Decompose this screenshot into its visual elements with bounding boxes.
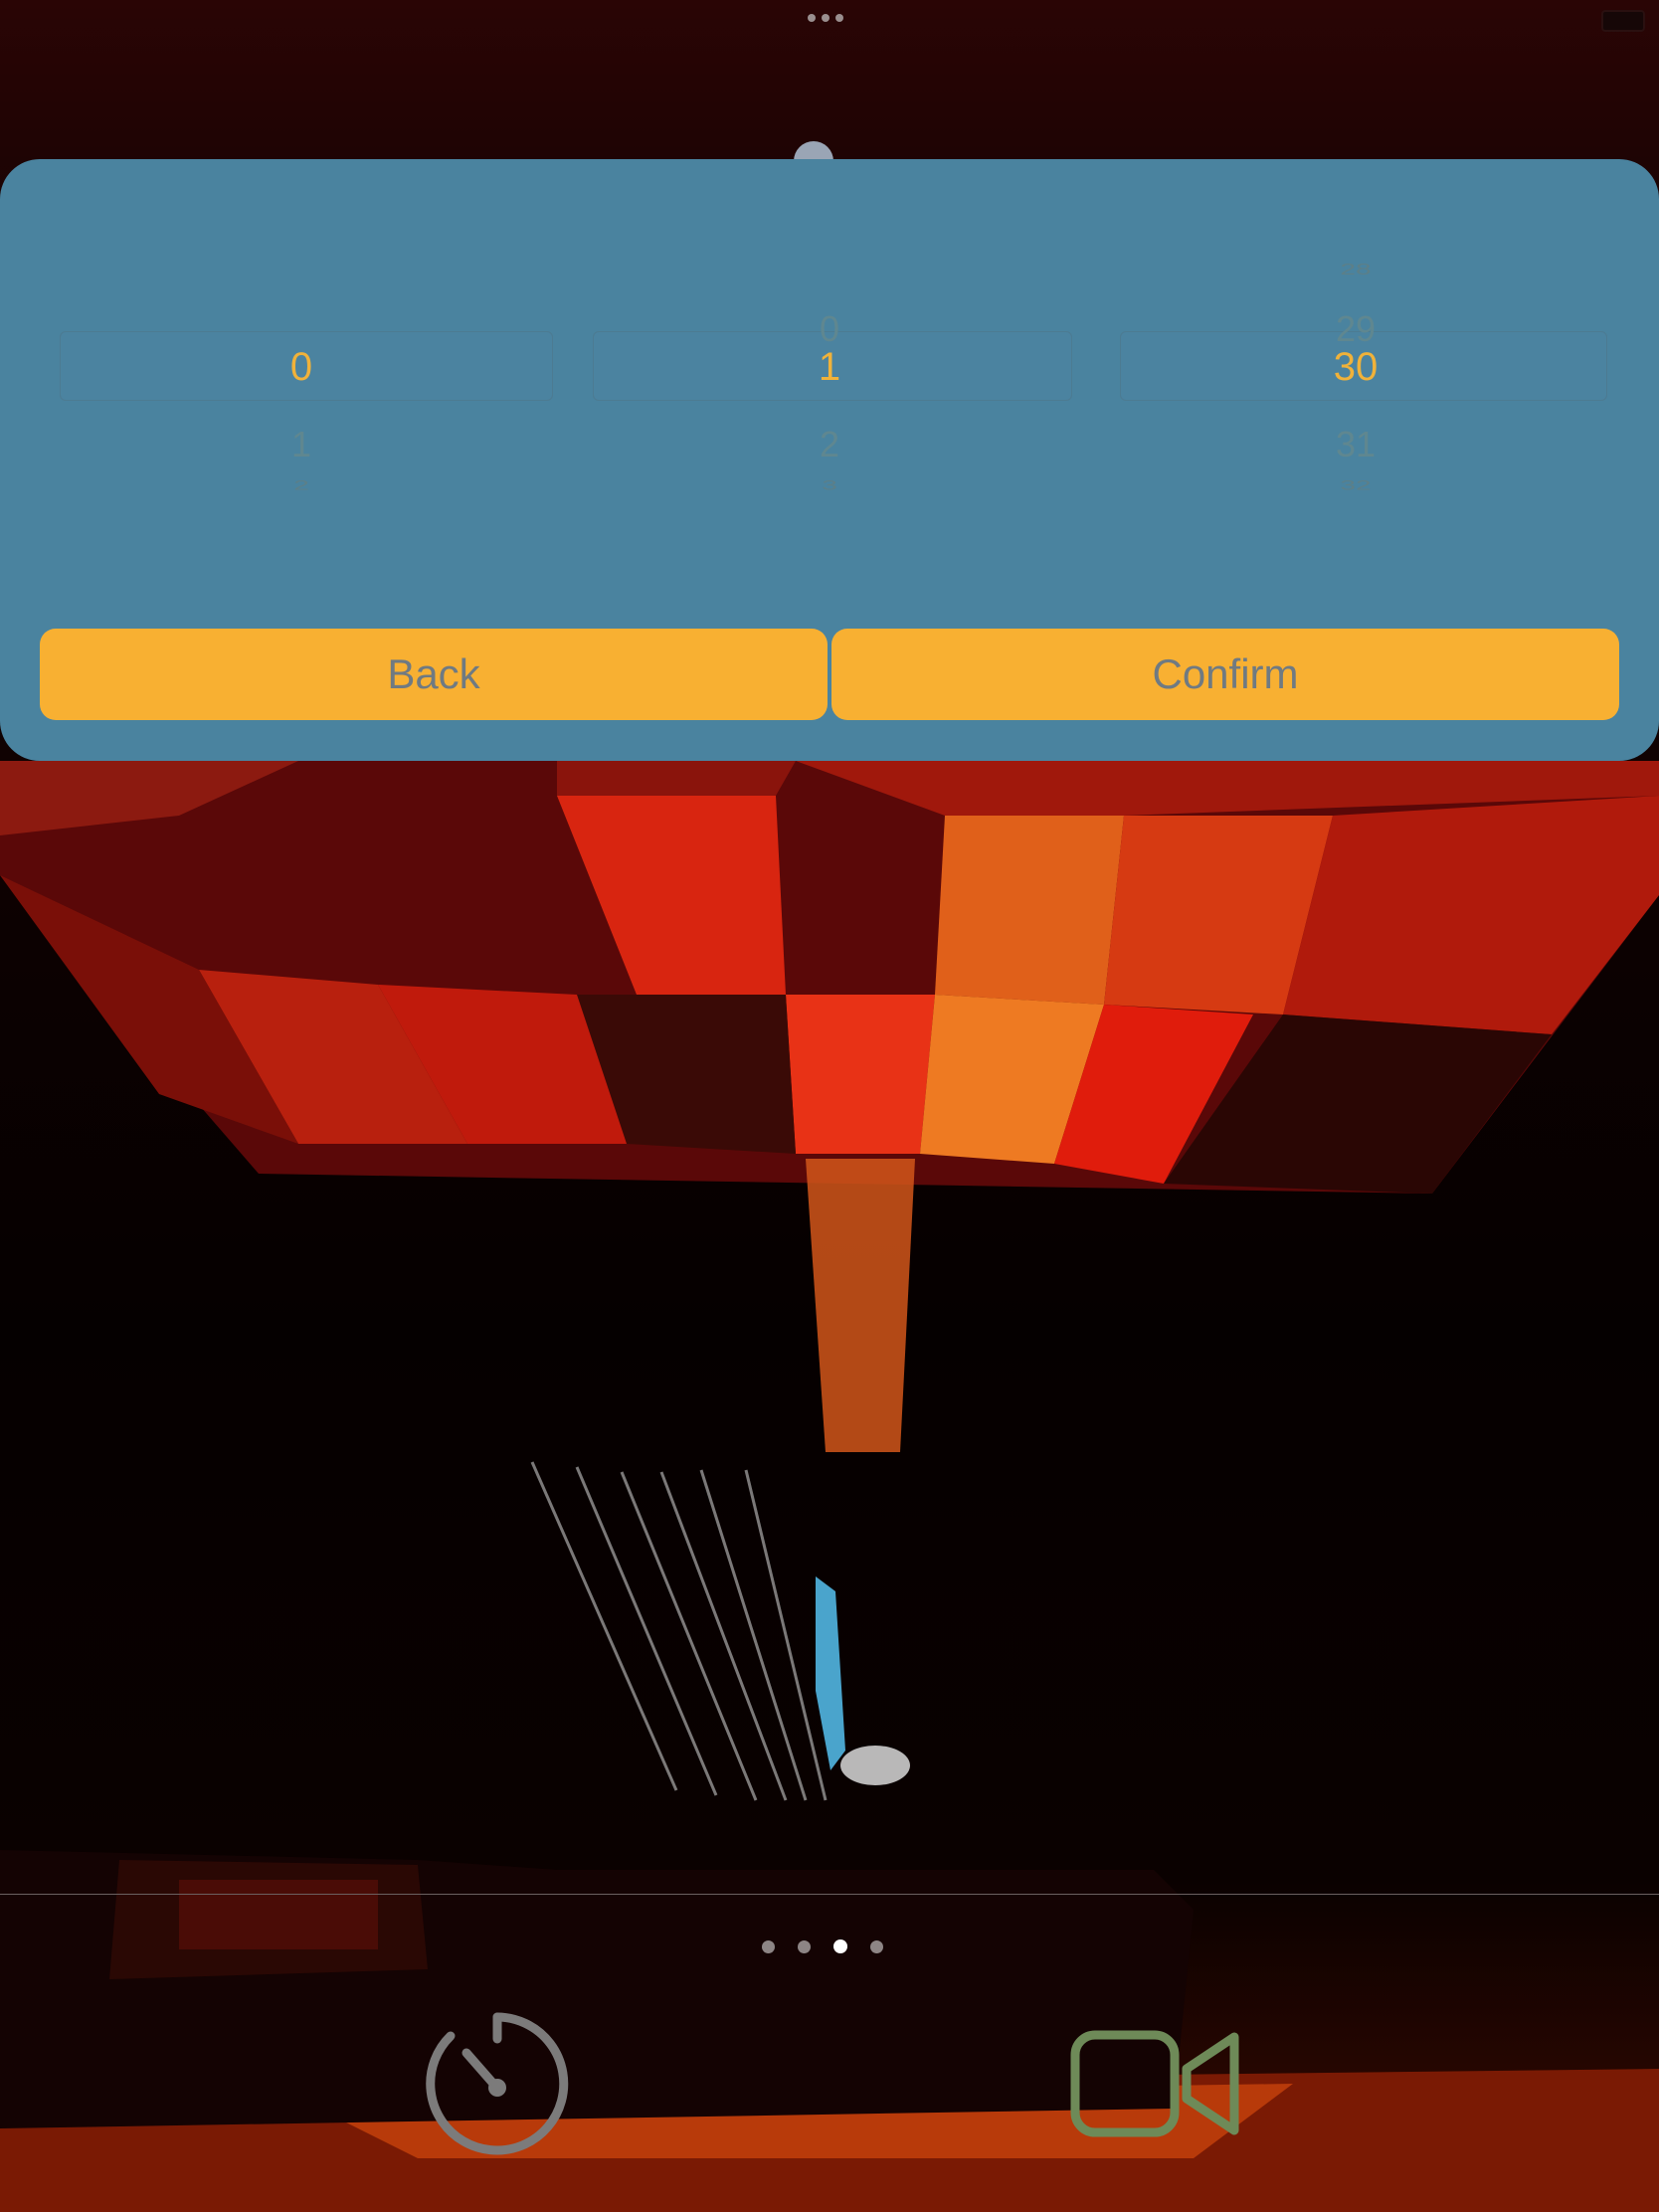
back-button[interactable]: Back (40, 629, 828, 720)
time-picker[interactable]: 0 1 2 0 1 2 3 28 29 30 31 32 (0, 239, 1659, 567)
picker-value: 2 (819, 424, 840, 464)
page-dot[interactable] (762, 1939, 775, 1953)
picker-value: 29 (1335, 308, 1377, 349)
page-dot-active[interactable] (833, 1939, 847, 1953)
picker-value: 3 (822, 477, 837, 493)
page-dot[interactable] (870, 1939, 883, 1953)
picker-value: 28 (1340, 261, 1372, 278)
picker-value: 1 (290, 424, 312, 464)
page-dot[interactable] (798, 1939, 811, 1953)
more-options-icon[interactable] (808, 14, 843, 22)
picker-value: 2 (293, 477, 309, 493)
picker-selected-value: 1 (818, 345, 841, 389)
battery-icon (1601, 10, 1645, 32)
picker-column-hours[interactable]: 0 1 2 (0, 239, 603, 567)
video-camera-icon[interactable] (1069, 2029, 1243, 2138)
toolbar-divider (0, 1894, 1659, 1895)
picker-value: 31 (1335, 424, 1377, 464)
page-indicator[interactable] (762, 1939, 883, 1953)
picker-value: 0 (819, 308, 840, 349)
time-picker-sheet: 0 1 2 0 1 2 3 28 29 30 31 32 Back Confir… (0, 159, 1659, 761)
picker-selected-value: 30 (1333, 345, 1379, 389)
confirm-button[interactable]: Confirm (831, 629, 1619, 720)
status-indicators (1601, 10, 1645, 32)
picker-column-minutes[interactable]: 0 1 2 3 (557, 239, 1102, 567)
timer-icon[interactable] (423, 2009, 572, 2158)
picker-selected-value: 0 (289, 345, 313, 389)
picker-column-seconds[interactable]: 28 29 30 31 32 (1084, 239, 1627, 567)
picker-value: 32 (1340, 477, 1372, 493)
